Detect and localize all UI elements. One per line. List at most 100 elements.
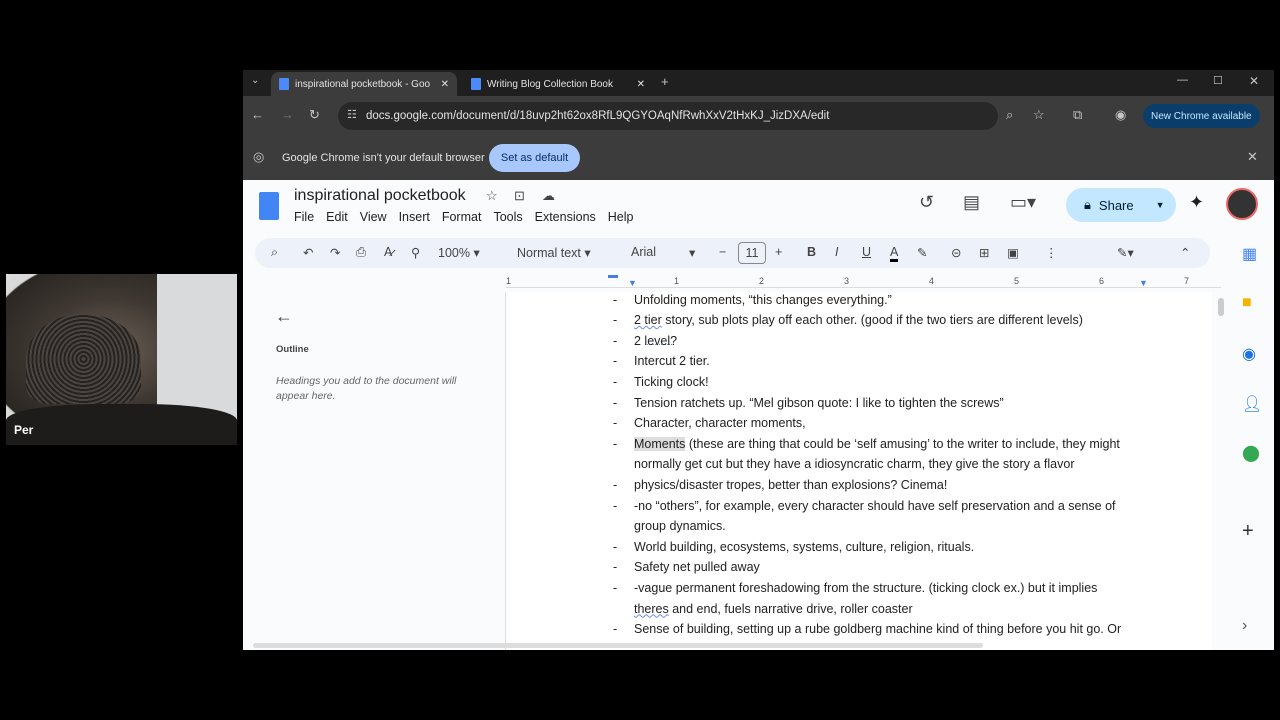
document-line[interactable]: theres and end, fuels narrative drive, r…: [634, 599, 913, 620]
bookmark-star-icon[interactable]: ☆: [1033, 107, 1045, 123]
tasks-icon[interactable]: ◉: [1242, 344, 1256, 364]
document-line[interactable]: 2 tier story, sub plots play off each ot…: [634, 310, 1083, 331]
docs-logo-icon[interactable]: [259, 192, 279, 220]
add-comment-icon[interactable]: ⊞: [979, 245, 989, 260]
highlight-icon[interactable]: ✎: [917, 245, 927, 260]
document-line[interactable]: Moments (these are thing that could be ‘…: [634, 434, 1120, 455]
avatar[interactable]: [1226, 188, 1258, 220]
menu-insert[interactable]: Insert: [399, 210, 430, 224]
spelling-flag[interactable]: theres: [634, 602, 669, 616]
text-color-button[interactable]: A: [890, 245, 899, 262]
maximize-icon[interactable]: ☐: [1213, 74, 1223, 87]
zoom-icon[interactable]: ⌕: [1006, 107, 1013, 123]
document-line[interactable]: group dynamics.: [634, 516, 726, 537]
move-folder-icon[interactable]: ⊡: [514, 188, 525, 204]
menu-help[interactable]: Help: [608, 210, 634, 224]
document-line[interactable]: normally get cut but they have a idiosyn…: [634, 454, 1075, 475]
url-field[interactable]: ☷ docs.google.com/document/d/18uvp2ht62o…: [338, 102, 998, 130]
share-button[interactable]: 🔒︎ Share ▼: [1066, 188, 1176, 222]
comments-icon[interactable]: ▤: [963, 192, 980, 213]
get-addons-icon[interactable]: +: [1242, 520, 1254, 543]
italic-button[interactable]: I: [835, 245, 838, 259]
undo-icon[interactable]: ↶: [303, 245, 313, 260]
decrease-font-size-icon[interactable]: −: [719, 245, 726, 259]
left-indent-handle[interactable]: ▼: [628, 278, 637, 288]
cloud-saved-icon[interactable]: ☁: [542, 188, 555, 204]
spelling-flag[interactable]: 2 tier: [634, 313, 662, 327]
document-line[interactable]: Tension ratchets up. “Mel gibson quote: …: [634, 393, 1004, 414]
document-line[interactable]: -vague permanent foreshadowing from the …: [634, 578, 1097, 599]
document-line[interactable]: Safety net pulled away: [634, 557, 760, 578]
spellcheck-icon[interactable]: A̷: [384, 245, 392, 259]
horizontal-scrollbar[interactable]: [253, 643, 983, 648]
bold-button[interactable]: B: [807, 245, 816, 259]
document-line[interactable]: Sense of building, setting up a rube gol…: [634, 619, 1121, 640]
editing-mode-icon[interactable]: ✎▾: [1117, 245, 1134, 260]
set-as-default-button[interactable]: Set as default: [489, 144, 580, 172]
meet-icon[interactable]: ▭▾: [1010, 192, 1036, 213]
new-chrome-available-button[interactable]: New Chrome available: [1143, 104, 1260, 128]
menu-view[interactable]: View: [360, 210, 387, 224]
contacts-icon[interactable]: 👤︎: [1242, 394, 1262, 414]
first-line-indent-handle[interactable]: [608, 275, 618, 278]
minimize-icon[interactable]: —: [1177, 74, 1188, 86]
collapse-toolbar-icon[interactable]: ⌃: [1180, 245, 1190, 260]
tab-inspirational-pocketbook[interactable]: inspirational pocketbook - Goo ✕: [271, 72, 457, 96]
profile-icon[interactable]: ◉: [1115, 107, 1126, 123]
paint-format-icon[interactable]: ⚲: [411, 245, 420, 260]
extensions-icon[interactable]: ⧉: [1073, 107, 1082, 123]
font-select[interactable]: Arial ▾: [631, 245, 713, 260]
style-select[interactable]: Normal text ▾: [517, 245, 591, 260]
document-line[interactable]: Unfolding moments, “this changes everyth…: [634, 292, 892, 310]
forward-icon[interactable]: →: [281, 107, 294, 122]
menu-file[interactable]: File: [294, 210, 314, 224]
document-line[interactable]: World building, ecosystems, systems, cul…: [634, 537, 974, 558]
menu-tools[interactable]: Tools: [493, 210, 522, 224]
tab-writing-blog[interactable]: Writing Blog Collection Book ✕: [463, 72, 653, 96]
link-icon[interactable]: ⊝: [951, 245, 961, 260]
menu-extensions[interactable]: Extensions: [535, 210, 596, 224]
calendar-icon[interactable]: ▦: [1242, 244, 1257, 264]
expand-side-panel-icon[interactable]: ›: [1242, 617, 1247, 635]
new-tab-icon[interactable]: +: [661, 74, 669, 89]
selected-text[interactable]: Moments: [634, 436, 686, 451]
tab-search-icon[interactable]: ⌄: [251, 75, 259, 86]
increase-font-size-icon[interactable]: +: [775, 245, 782, 259]
list-bullet: -: [613, 436, 618, 451]
star-icon[interactable]: ☆: [486, 188, 498, 204]
reload-icon[interactable]: ↻: [309, 107, 320, 123]
redo-icon[interactable]: ↷: [330, 245, 340, 260]
document-line[interactable]: Intercut 2 tier.: [634, 351, 710, 372]
chevron-down-icon[interactable]: ▼: [1156, 200, 1165, 210]
document-line[interactable]: 2 level?: [634, 331, 677, 352]
list-bullet: -: [613, 539, 618, 554]
search-menus-icon[interactable]: ⌕: [271, 245, 278, 260]
site-info-icon[interactable]: ☷: [347, 108, 357, 121]
close-icon[interactable]: ✕: [441, 79, 449, 90]
document-line[interactable]: -no “others”, for example, every charact…: [634, 496, 1116, 517]
close-outline-arrow-icon[interactable]: ←: [275, 306, 293, 327]
window-close-icon[interactable]: ✕: [1249, 74, 1259, 88]
right-indent-handle[interactable]: ▼: [1139, 278, 1148, 288]
maps-icon[interactable]: ⬤: [1242, 443, 1260, 463]
keep-icon[interactable]: ■: [1242, 294, 1252, 312]
menu-format[interactable]: Format: [442, 210, 482, 224]
font-size-field[interactable]: 11: [738, 242, 766, 264]
document-line[interactable]: physics/disaster tropes, better than exp…: [634, 475, 947, 496]
document-title[interactable]: inspirational pocketbook: [294, 187, 466, 205]
document-line[interactable]: Character, character moments,: [634, 413, 806, 434]
underline-button[interactable]: U: [862, 245, 871, 259]
more-options-icon[interactable]: ⋮: [1045, 245, 1058, 260]
back-icon[interactable]: ←: [251, 107, 264, 122]
gemini-icon[interactable]: ✦: [1189, 192, 1204, 213]
document-page[interactable]: - Unfolding moments, “this changes everyt…: [507, 292, 1212, 650]
close-icon[interactable]: ✕: [637, 79, 645, 90]
print-icon[interactable]: ⎙: [356, 245, 366, 260]
menu-edit[interactable]: Edit: [326, 210, 348, 224]
document-line[interactable]: Ticking clock!: [634, 372, 709, 393]
version-history-icon[interactable]: ↺: [919, 192, 934, 213]
infobar-close-icon[interactable]: ✕: [1247, 149, 1258, 165]
zoom-select[interactable]: 100% ▾: [438, 245, 480, 260]
insert-image-icon[interactable]: ▣: [1007, 245, 1019, 260]
vertical-scrollbar[interactable]: [1218, 298, 1224, 316]
